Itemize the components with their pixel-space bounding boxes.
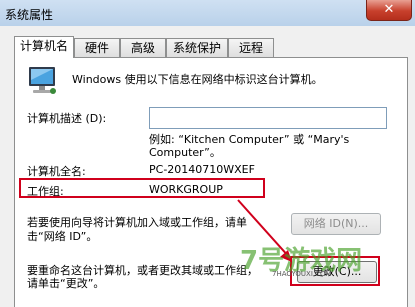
watermark-subtext: 7HAOYOUXI.COM [272, 270, 332, 278]
tab-computer-name[interactable]: 计算机名 [14, 36, 74, 58]
